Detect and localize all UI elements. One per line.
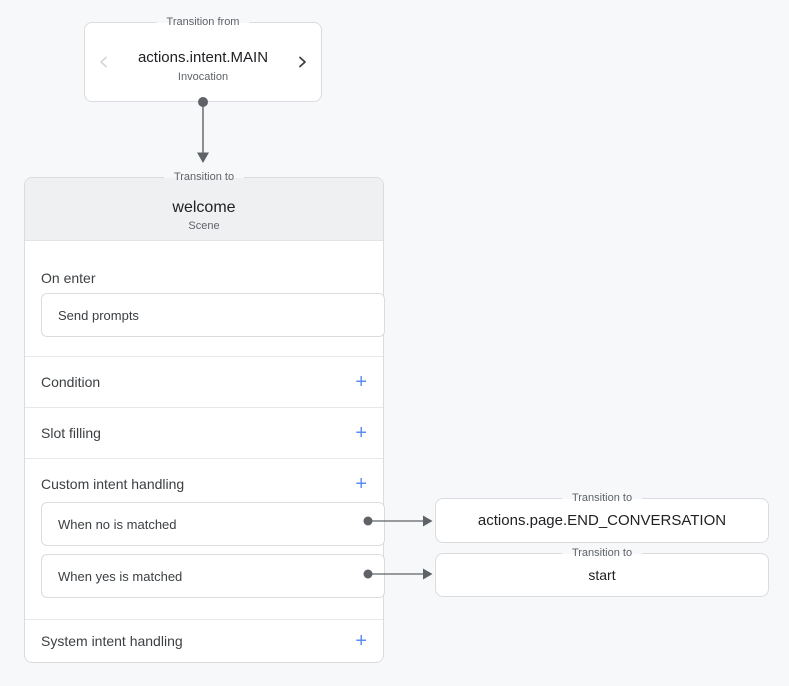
intent-type-label: Invocation bbox=[85, 70, 321, 84]
add-custom-intent-button[interactable]: + bbox=[355, 474, 367, 494]
scene-flow-canvas: Transition from actions.intent.MAIN Invo… bbox=[0, 0, 789, 686]
send-prompts-button[interactable]: Send prompts bbox=[41, 293, 385, 337]
transition-target-start[interactable]: Transition to start bbox=[435, 553, 769, 597]
slot-filling-row: Slot filling + bbox=[25, 407, 383, 458]
condition-row: Condition + bbox=[25, 356, 383, 407]
scene-transition-legend: Transition to bbox=[164, 170, 244, 185]
scene-type-label: Scene bbox=[25, 219, 383, 233]
add-system-intent-button[interactable]: + bbox=[355, 631, 367, 651]
add-condition-button[interactable]: + bbox=[355, 372, 367, 392]
slot-filling-label: Slot filling bbox=[41, 425, 101, 441]
intent-name: actions.intent.MAIN bbox=[85, 49, 321, 67]
intent-handler-when-no[interactable]: When no is matched bbox=[41, 502, 385, 546]
target-scene-name: start bbox=[588, 567, 615, 583]
flow-arrow-down bbox=[197, 97, 209, 163]
chevron-right-icon bbox=[294, 54, 310, 70]
custom-intent-header-row: Custom intent handling + bbox=[25, 462, 383, 506]
divider bbox=[25, 458, 383, 459]
on-enter-label: On enter bbox=[41, 268, 95, 288]
next-intent-button[interactable] bbox=[294, 54, 310, 70]
intent-handler-label: When yes is matched bbox=[58, 569, 182, 584]
system-intent-row: System intent handling + bbox=[25, 619, 383, 663]
transition-to-legend: Transition to bbox=[562, 491, 642, 506]
intent-handler-when-yes[interactable]: When yes is matched bbox=[41, 554, 385, 598]
transition-to-legend: Transition to bbox=[562, 546, 642, 561]
target-page-name: actions.page.END_CONVERSATION bbox=[478, 512, 726, 529]
transition-from-legend: Transition from bbox=[157, 15, 250, 30]
transition-target-end-conversation[interactable]: Transition to actions.page.END_CONVERSAT… bbox=[435, 498, 769, 543]
add-slot-button[interactable]: + bbox=[355, 423, 367, 443]
intent-handler-label: When no is matched bbox=[58, 517, 177, 532]
scene-header: welcome Scene bbox=[25, 178, 383, 241]
scene-title: welcome bbox=[25, 198, 383, 218]
custom-intent-label: Custom intent handling bbox=[41, 476, 184, 492]
system-intent-label: System intent handling bbox=[41, 633, 183, 649]
condition-label: Condition bbox=[41, 374, 100, 390]
scene-card: Transition to welcome Scene On enter Sen… bbox=[24, 177, 384, 663]
send-prompts-label: Send prompts bbox=[58, 308, 139, 323]
transition-from-card: Transition from actions.intent.MAIN Invo… bbox=[84, 22, 322, 102]
